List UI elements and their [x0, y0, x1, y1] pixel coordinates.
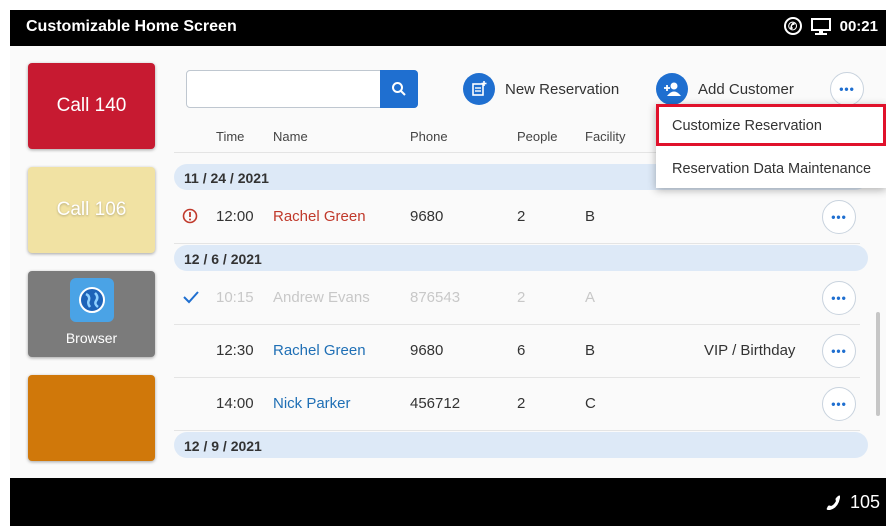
row-people: 6: [517, 342, 526, 359]
extension-number: 105: [849, 492, 880, 512]
row-time: 12:30: [216, 342, 254, 359]
row-name: Andrew Evans: [273, 289, 370, 306]
tile-label: Call 140: [56, 95, 127, 116]
scrollbar[interactable]: [876, 312, 880, 416]
row-facility: A: [585, 289, 596, 306]
checkmark-icon: [183, 291, 199, 304]
date-group-header: 12 / 6 / 2021: [174, 245, 868, 271]
more-icon: •••: [831, 397, 847, 411]
row-phone: 456712: [410, 395, 461, 412]
search-input[interactable]: [195, 79, 379, 101]
reservation-row[interactable]: 12:30 Rachel Green 9680 6 B VIP / Birthd…: [174, 325, 860, 378]
more-options-button[interactable]: •••: [830, 72, 864, 106]
row-time: 10:15: [216, 289, 254, 306]
row-name: Rachel Green: [273, 342, 366, 359]
system-icons: ✆ 00:21: [783, 17, 878, 35]
row-phone: 9680: [410, 342, 444, 359]
globe-icon: [69, 278, 114, 322]
page-title: Customizable Home Screen: [26, 18, 237, 35]
call-106-tile[interactable]: Call 106: [28, 167, 155, 253]
row-facility: B: [585, 208, 596, 225]
row-phone: 876543: [410, 289, 461, 306]
column-header-people[interactable]: People: [517, 129, 557, 144]
extension-indicator: 105: [824, 492, 880, 513]
reservation-row[interactable]: 14:00 Nick Parker 456712 2 C •••: [174, 378, 860, 431]
search-icon: [392, 82, 406, 96]
tile-label: Browser: [65, 330, 118, 346]
clock: 00:21: [839, 17, 878, 35]
call-140-tile[interactable]: Call 140: [28, 63, 155, 149]
row-people: 2: [517, 289, 526, 306]
status-bar: Customizable Home Screen ✆ 00:21: [10, 10, 886, 46]
row-time: 14:00: [216, 395, 254, 412]
row-facility: B: [585, 342, 596, 359]
column-header-facility[interactable]: Facility: [585, 129, 625, 144]
row-note: VIP / Birthday: [704, 342, 796, 359]
more-icon: •••: [831, 291, 847, 305]
column-header-time[interactable]: Time: [216, 129, 244, 144]
row-more-button[interactable]: •••: [822, 281, 856, 315]
add-customer-label: Add Customer: [698, 80, 794, 98]
alert-icon: [182, 208, 198, 224]
row-time: 12:00: [216, 208, 254, 225]
column-header-phone[interactable]: Phone: [410, 129, 448, 144]
column-header-name[interactable]: Name: [273, 129, 308, 144]
more-icon: •••: [839, 82, 855, 96]
row-people: 2: [517, 395, 526, 412]
network-icon: [810, 18, 831, 35]
more-icon: •••: [831, 344, 847, 358]
options-menu: Customize Reservation Reservation Data M…: [656, 104, 886, 188]
row-phone: 9680: [410, 208, 444, 225]
row-facility: C: [585, 395, 596, 412]
menu-item-reservation-data-maintenance[interactable]: Reservation Data Maintenance: [656, 148, 886, 190]
row-name: Rachel Green: [273, 208, 366, 225]
menu-item-customize-reservation[interactable]: Customize Reservation: [656, 104, 886, 146]
call-status-icon: ✆: [783, 17, 802, 35]
add-person-icon: [656, 73, 688, 105]
new-reservation-icon: [463, 73, 495, 105]
date-group-header: 12 / 9 / 2021: [174, 432, 868, 458]
row-people: 2: [517, 208, 526, 225]
row-name: Nick Parker: [273, 395, 351, 412]
phone-icon: [826, 495, 840, 510]
tile-label: Call 106: [56, 199, 127, 220]
bottom-bar: 105: [10, 478, 886, 526]
row-more-button[interactable]: •••: [822, 387, 856, 421]
row-more-button[interactable]: •••: [822, 200, 856, 234]
more-icon: •••: [831, 210, 847, 224]
reservation-row[interactable]: 10:15 Andrew Evans 876543 2 A •••: [174, 272, 860, 325]
add-customer-button[interactable]: Add Customer: [656, 73, 794, 105]
search-box: [186, 70, 418, 108]
blank-tile[interactable]: [28, 375, 155, 461]
search-button[interactable]: [380, 70, 418, 108]
row-more-button[interactable]: •••: [822, 334, 856, 368]
new-reservation-label: New Reservation: [505, 80, 620, 98]
browser-tile[interactable]: Browser: [28, 271, 155, 357]
new-reservation-button[interactable]: New Reservation: [463, 73, 619, 105]
reservation-row[interactable]: 12:00 Rachel Green 9680 2 B •••: [174, 191, 860, 244]
